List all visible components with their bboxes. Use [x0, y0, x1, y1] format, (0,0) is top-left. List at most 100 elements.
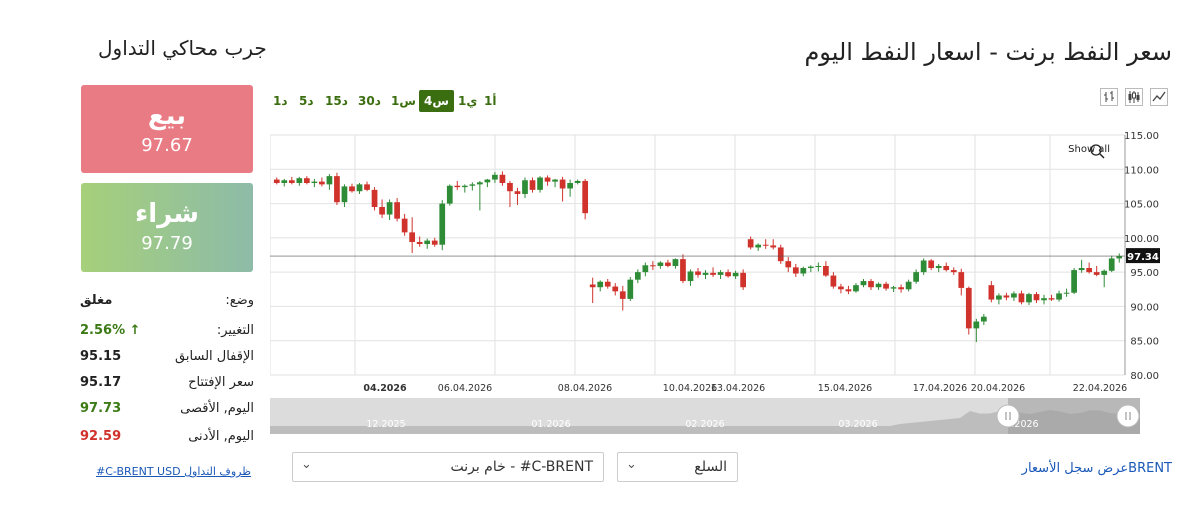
candle-body [296, 178, 303, 183]
candle-body [1041, 298, 1047, 301]
candle-body [1063, 292, 1070, 294]
y-tick-label: 90.00 [1130, 302, 1159, 313]
candle-body [928, 260, 935, 269]
candle-body [1071, 270, 1077, 293]
candle-body [965, 287, 972, 329]
candle-body [958, 272, 965, 288]
candlestick-chart-icon[interactable] [1125, 88, 1143, 106]
category-select[interactable]: السلع ⌄ [617, 452, 738, 482]
candle-body [552, 179, 558, 182]
timeframe-5m[interactable]: 5د [299, 90, 314, 112]
candle-body [1056, 293, 1062, 300]
candle-body [920, 260, 927, 273]
candle-body [379, 207, 385, 215]
x-tick-label: 13.04.2026 [711, 383, 765, 394]
navigator-label: 01.2026 [531, 419, 570, 430]
y-tick-label: 115.00 [1124, 131, 1159, 142]
show-all-button[interactable]: Show all [1068, 144, 1110, 155]
x-tick-label: 06.04.2026 [438, 383, 492, 394]
navigator-handle[interactable] [1116, 404, 1140, 428]
candle-body [770, 245, 777, 248]
sell-price: 97.67 [141, 135, 193, 156]
buy-label: شراء [135, 199, 199, 229]
stat-label: الإقفال السابق [175, 349, 254, 364]
candle-body [785, 261, 792, 268]
timeframe-1h[interactable]: 1س [391, 90, 416, 112]
candle-body [732, 272, 739, 277]
candle-body [980, 316, 987, 322]
x-tick-label: 08.04.2026 [558, 383, 612, 394]
candle-body [853, 285, 859, 292]
ohlc-chart-icon[interactable] [1100, 88, 1118, 106]
buy-button[interactable]: شراء 97.79 [81, 183, 253, 272]
stat-label: التغيير: [216, 323, 254, 338]
candle-body [356, 184, 363, 192]
candle-body [401, 218, 408, 233]
candle-body [492, 174, 498, 180]
candle-body [695, 271, 701, 275]
timeframe-1d[interactable]: 1ي [458, 90, 477, 112]
candle-body [326, 176, 333, 185]
candle-body [514, 191, 521, 194]
candle-body [755, 244, 762, 248]
trading-conditions-link[interactable]: #C-BRENT USD ظروف التداول [96, 465, 251, 478]
navigator-label: 02.2026 [685, 419, 724, 430]
candle-body [710, 272, 716, 275]
candle-body [868, 281, 874, 288]
line-chart-icon[interactable] [1150, 88, 1168, 106]
candle-body [800, 268, 807, 274]
candle-body [1101, 270, 1108, 275]
candle-body [597, 281, 604, 288]
stat-value: 95.17 [80, 375, 122, 390]
candle-body [875, 283, 882, 288]
timeframe-30m[interactable]: 30د [358, 90, 381, 112]
candle-body [604, 281, 611, 287]
candle-body [680, 259, 686, 282]
timeframe-15m[interactable]: 15د [325, 90, 348, 112]
candlestick-chart[interactable]: 80.00 85.00 90.00 95.00 100.00 105.00 110.00 11… [269, 130, 1160, 440]
candle-body [830, 275, 837, 287]
candle-body [431, 240, 438, 245]
candle-body [950, 270, 957, 273]
timeframe-4h[interactable]: 4س [419, 90, 454, 112]
price-history-link[interactable]: BRENTعرض سجل الأسعار [1022, 461, 1172, 476]
candle-body [582, 180, 589, 214]
x-tick-label: 20.04.2026 [971, 383, 1025, 394]
candle-body [1018, 293, 1025, 303]
trader-title: جرب محاكي التداول [98, 36, 267, 60]
sell-button[interactable]: بيع 97.67 [81, 85, 253, 173]
timeframe-1y[interactable]: 1أ [484, 90, 496, 112]
candle-body [777, 247, 784, 262]
page-title: سعر النفط برنت - اسعار النفط اليوم [804, 38, 1172, 66]
candle-body [537, 177, 543, 190]
navigator-label: 03.2026 [838, 419, 877, 430]
y-tick-label: 95.00 [1130, 268, 1159, 279]
candle-body [642, 265, 649, 273]
y-tick-label: 100.00 [1124, 234, 1159, 245]
candle-body [762, 244, 769, 246]
y-tick-label: 85.00 [1130, 337, 1159, 348]
candle-body [1011, 293, 1017, 298]
candle-body [1026, 294, 1032, 303]
candle-body [544, 177, 551, 182]
stat-status: وضع: مغلق [80, 293, 254, 313]
arrow-up-icon: ↑ [129, 323, 141, 338]
stat-value: 97.73 [80, 401, 122, 416]
navigator-handle[interactable] [996, 404, 1020, 428]
candle-body [416, 241, 423, 245]
stat-change: التغيير: 2.56% ↑ [80, 323, 254, 343]
price-chart[interactable]: 80.00 85.00 90.00 95.00 100.00 105.00 110.00 11… [269, 130, 1160, 440]
candle-body [1093, 272, 1100, 275]
candle-body [1078, 268, 1085, 271]
candle-body [589, 284, 596, 288]
candle-body [469, 184, 476, 186]
instrument-select[interactable]: C-BRENT# - خام برنت ⌄ [292, 452, 604, 482]
chevron-down-icon: ⌄ [626, 457, 637, 472]
timeframe-1m[interactable]: 1د [273, 90, 288, 112]
change-value: 2.56% [80, 323, 126, 338]
candle-body [717, 272, 724, 275]
candle-body [522, 180, 528, 194]
candle-body [507, 183, 513, 192]
y-tick-label: 110.00 [1124, 165, 1159, 176]
candle-body [574, 180, 581, 183]
